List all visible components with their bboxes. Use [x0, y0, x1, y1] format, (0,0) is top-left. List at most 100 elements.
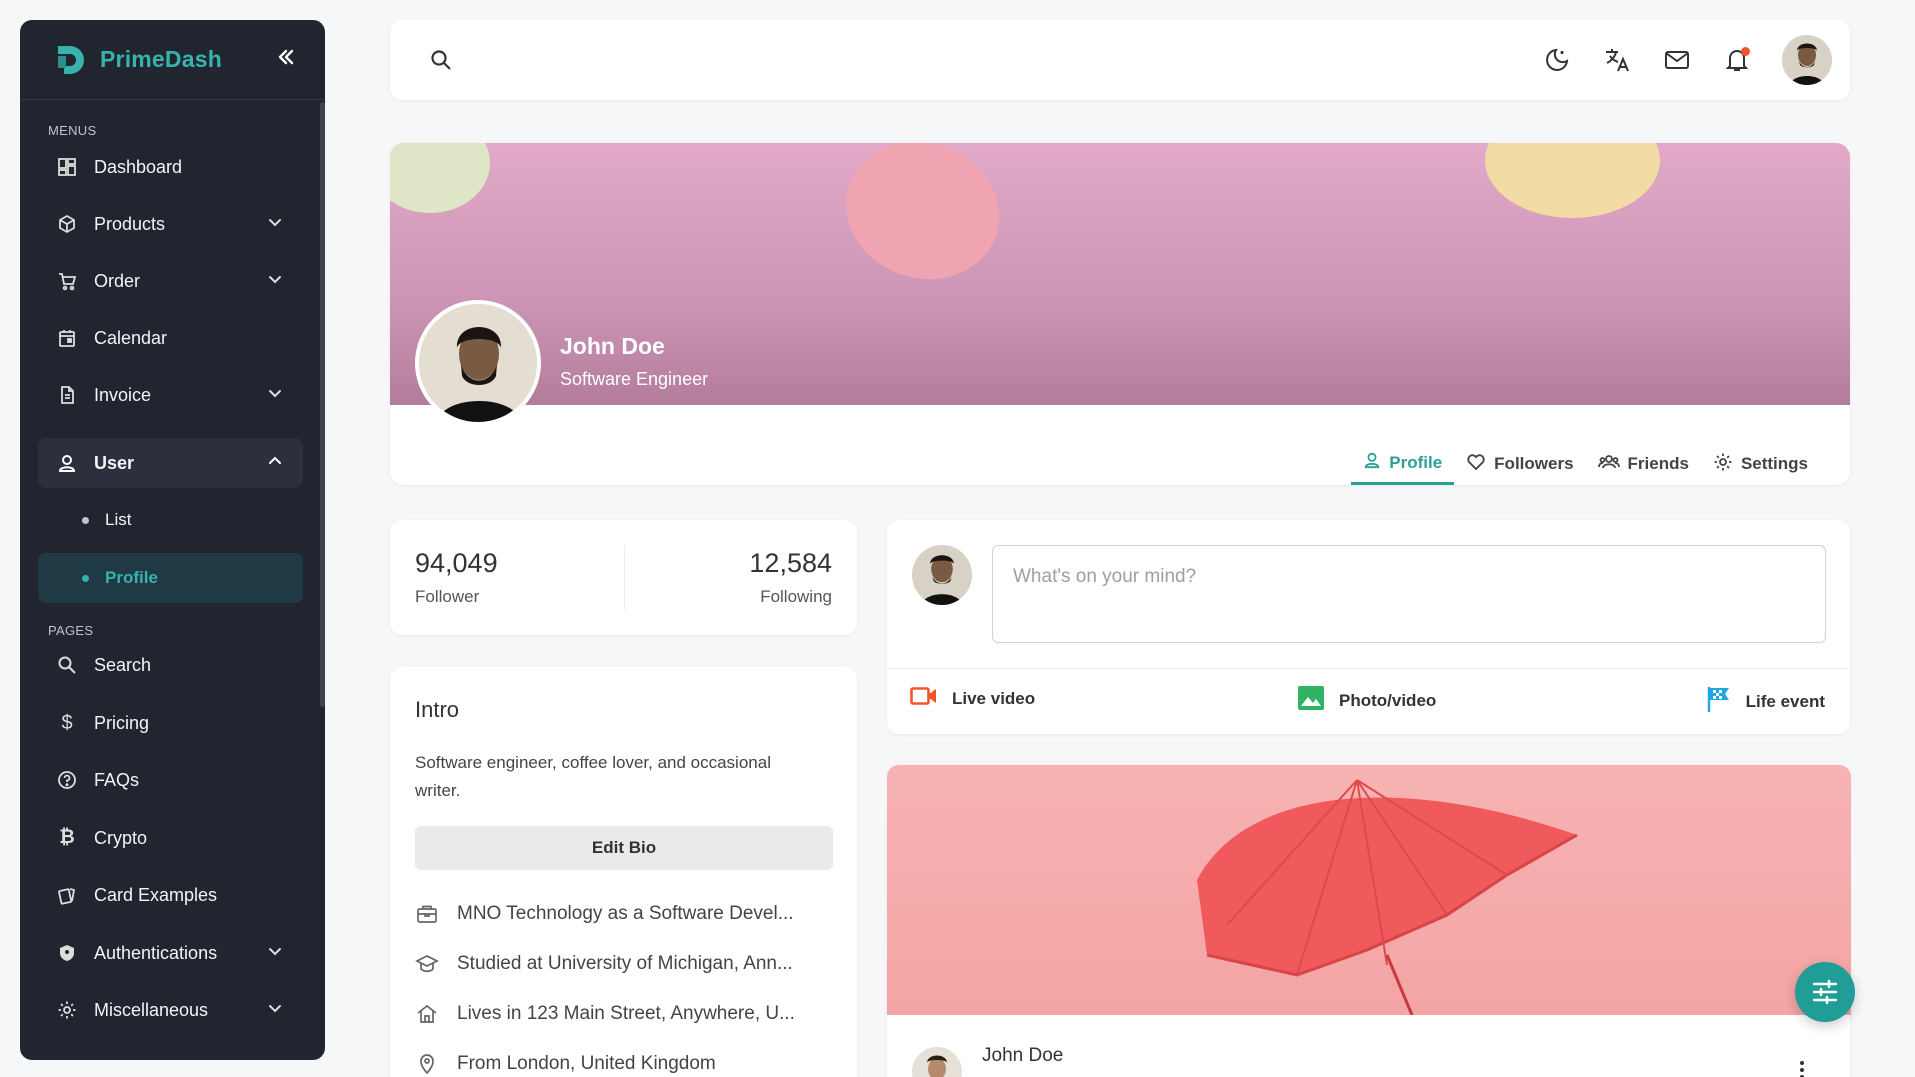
- tab-friends[interactable]: Friends: [1586, 443, 1701, 485]
- sidebar-item-miscellaneous[interactable]: Miscellaneous: [38, 985, 303, 1035]
- chevron-down-icon: [267, 214, 283, 235]
- cards-icon: [56, 884, 78, 906]
- stat-value: 12,584: [749, 548, 832, 578]
- macaron-yellow: [1485, 143, 1660, 218]
- more-options-icon[interactable]: [1799, 1060, 1805, 1077]
- sidebar-subitem-label: Profile: [105, 568, 158, 587]
- sidebar-item-user[interactable]: User: [38, 438, 303, 488]
- intro-detail-origin: From London, United Kingdom: [415, 1053, 716, 1075]
- photo-video-button[interactable]: Photo/video: [1297, 685, 1436, 716]
- customizer-fab[interactable]: [1795, 962, 1855, 1022]
- stat-label: Follower: [415, 587, 480, 606]
- users-icon: [1597, 452, 1620, 477]
- sidebar-item-label: Pricing: [94, 712, 150, 733]
- sidebar-item-card-examples[interactable]: Card Examples: [38, 870, 303, 920]
- dark-mode-icon[interactable]: [1542, 45, 1572, 75]
- translate-icon[interactable]: [1602, 45, 1632, 75]
- mail-icon[interactable]: [1662, 45, 1692, 75]
- sidebar-item-crypto[interactable]: ₿ Crypto: [38, 813, 303, 863]
- profile-name: John Doe: [560, 333, 665, 359]
- tab-label: Profile: [1389, 452, 1443, 472]
- collapse-sidebar-icon[interactable]: [275, 46, 297, 73]
- stat-value: 94,049: [415, 548, 498, 578]
- intro-bio: Software engineer, coffee lover, and occ…: [415, 753, 771, 800]
- sidebar-header: PrimeDash: [20, 20, 325, 100]
- post-image[interactable]: [887, 765, 1851, 1015]
- sidebar: PrimeDash MENUS Dashboard Products Order…: [20, 20, 325, 1060]
- sidebar-item-calendar[interactable]: Calendar: [38, 313, 303, 363]
- search-icon: [56, 654, 78, 676]
- profile-tabs: Profile Followers Friends Settings: [1351, 443, 1820, 485]
- sidebar-item-invoice[interactable]: Invoice: [38, 370, 303, 420]
- sidebar-item-order[interactable]: Order: [38, 256, 303, 306]
- sidebar-item-label: Dashboard: [94, 156, 183, 177]
- shield-icon: [56, 942, 78, 964]
- intro-detail-education: Studied at University of Michigan, Ann..…: [415, 953, 793, 975]
- sidebar-item-label: Card Examples: [94, 884, 218, 905]
- sidebar-scrollbar[interactable]: [320, 102, 325, 707]
- user-icon: [56, 452, 78, 474]
- post-author-avatar[interactable]: [912, 1047, 962, 1077]
- flag-icon: [1706, 685, 1732, 718]
- sidebar-item-dashboard[interactable]: Dashboard: [38, 142, 303, 192]
- sidebar-item-search[interactable]: Search: [38, 640, 303, 690]
- sidebar-item-label: Miscellaneous: [94, 999, 209, 1020]
- live-video-button[interactable]: Live video: [910, 685, 1035, 712]
- post-card: John Doe: [887, 765, 1851, 1077]
- action-label: Life event: [1745, 691, 1825, 711]
- tab-label: Friends: [1627, 454, 1689, 473]
- profile-avatar[interactable]: [415, 300, 541, 426]
- dashboard-icon: [56, 156, 78, 178]
- chevron-up-icon: [267, 453, 283, 474]
- stat-followers[interactable]: 94,049 Follower: [415, 548, 498, 607]
- sliders-icon: [1812, 979, 1838, 1005]
- action-label: Live video: [952, 688, 1036, 708]
- tab-settings[interactable]: Settings: [1701, 443, 1820, 485]
- user-icon: [1363, 451, 1381, 474]
- profile-role: Software Engineer: [560, 369, 709, 389]
- search-icon[interactable]: [426, 45, 456, 75]
- sidebar-item-faqs[interactable]: FAQs: [38, 755, 303, 805]
- sidebar-item-pricing[interactable]: $ Pricing: [38, 698, 303, 748]
- chevron-down-icon: [267, 271, 283, 292]
- notification-dot: [1741, 47, 1750, 56]
- graduation-cap-icon: [415, 954, 439, 974]
- sidebar-item-products[interactable]: Products: [38, 199, 303, 249]
- stat-label: Following: [760, 587, 832, 606]
- profile-cover-card: John Doe Software Engineer Profile Follo…: [390, 143, 1850, 485]
- bullet-icon: [82, 516, 89, 524]
- life-event-button[interactable]: Life event: [1706, 685, 1825, 718]
- sidebar-item-label: Order: [94, 270, 141, 291]
- stat-following[interactable]: 12,584 Following: [749, 548, 832, 607]
- intro-detail-text: MNO Technology as a Software Devel...: [457, 903, 794, 924]
- post-composer-card: What's on your mind? Live video Photo/vi…: [887, 520, 1850, 734]
- sidebar-subitem-list[interactable]: List: [38, 495, 303, 545]
- tab-followers[interactable]: Followers: [1454, 443, 1585, 485]
- briefcase-icon: [415, 904, 439, 924]
- post-author-name[interactable]: John Doe: [982, 1045, 1063, 1067]
- intro-detail-home: Lives in 123 Main Street, Anywhere, U...: [415, 1003, 795, 1025]
- composer-divider: [887, 668, 1850, 669]
- logo[interactable]: PrimeDash: [52, 42, 222, 78]
- chevron-down-icon: [267, 943, 283, 964]
- stats-divider: [624, 545, 625, 610]
- sidebar-item-label: Crypto: [94, 827, 148, 848]
- post-input[interactable]: What's on your mind?: [992, 545, 1826, 643]
- cube-icon: [56, 213, 78, 235]
- bell-icon[interactable]: [1722, 45, 1752, 75]
- location-pin-icon: [415, 1053, 439, 1075]
- sidebar-item-authentications[interactable]: Authentications: [38, 928, 303, 978]
- intro-detail-text: From London, United Kingdom: [457, 1053, 716, 1074]
- bitcoin-icon: ₿: [59, 827, 75, 848]
- app-name: PrimeDash: [100, 46, 222, 72]
- sidebar-item-label: Products: [94, 213, 166, 234]
- umbrella-illustration: [1197, 779, 1578, 1015]
- home-icon: [415, 1004, 439, 1024]
- macaron-green: [390, 143, 490, 213]
- sidebar-subitem-profile[interactable]: Profile: [38, 553, 303, 603]
- edit-bio-button[interactable]: Edit Bio: [415, 826, 833, 870]
- user-avatar[interactable]: [1782, 35, 1832, 85]
- tab-profile[interactable]: Profile: [1351, 443, 1455, 485]
- dollar-icon: $: [61, 711, 73, 734]
- chevron-down-icon: [267, 385, 283, 406]
